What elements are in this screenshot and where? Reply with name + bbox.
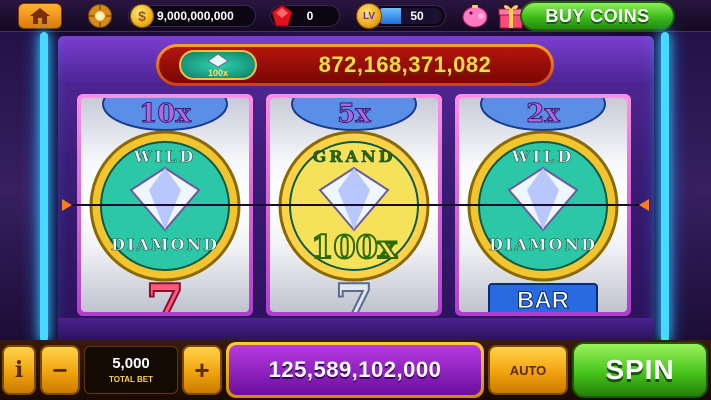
win-display: 125,589,102,000 <box>226 342 484 398</box>
top-multiplier: 5x <box>337 99 371 129</box>
total-bet-value: 5,000 <box>112 355 150 372</box>
gear-icon <box>89 5 111 27</box>
bottom-symbol: 7 <box>335 272 374 312</box>
level-value: 50 <box>410 9 424 23</box>
spin-button[interactable]: SPIN <box>572 342 708 398</box>
jackpot-banner: 100x 872,168,371,082 <box>156 44 554 86</box>
center-bottom-label: DIAMOND <box>111 235 219 254</box>
payline-arrow-right-icon <box>639 199 649 211</box>
jackpot-badge-text: 100x <box>208 68 228 78</box>
win-amount: 125,589,102,000 <box>229 345 481 395</box>
auto-spin-button[interactable]: AUTO <box>488 345 568 395</box>
total-bet-label: TOTAL BET <box>109 375 153 384</box>
level-badge-icon: LV <box>356 3 382 29</box>
total-bet-display: 5,000 TOTAL BET <box>84 346 178 394</box>
buy-coins-button[interactable]: BUY COINS <box>520 1 675 31</box>
cabinet-bottom <box>58 318 654 342</box>
jackpot-inner: 100x 872,168,371,082 <box>159 47 551 83</box>
top-multiplier: 2x <box>526 99 560 129</box>
home-button[interactable] <box>18 3 62 29</box>
piggy-bank-icon[interactable] <box>460 2 490 30</box>
ruby-gem-icon <box>271 4 293 27</box>
neon-light-right <box>661 32 669 342</box>
payline <box>62 204 648 206</box>
payline-arrow-left-icon <box>62 199 72 211</box>
center-top-label: WILD <box>511 147 575 166</box>
center-bottom-label: 100x <box>311 228 398 266</box>
coin-icon: $ <box>130 4 154 28</box>
top-multiplier: 10x <box>139 99 191 129</box>
settings-gear-button[interactable] <box>88 4 112 28</box>
bottom-symbol: 7 <box>146 272 185 312</box>
gems-balance-value: 0 <box>306 9 314 23</box>
jackpot-diamond-badge: 100x <box>179 50 257 80</box>
jackpot-value: 872,168,371,082 <box>318 52 492 77</box>
neon-light-left <box>40 32 48 342</box>
increase-bet-button[interactable]: + <box>182 345 222 395</box>
diamond-icon <box>207 53 229 68</box>
coins-balance-value: 9,000,000,000 <box>157 9 234 23</box>
background-left-panel <box>0 30 40 350</box>
background-right-panel <box>671 30 711 350</box>
info-button[interactable]: i <box>2 345 36 395</box>
home-icon <box>30 8 50 24</box>
center-top-label: WILD <box>133 147 197 166</box>
decrease-bet-button[interactable]: − <box>40 345 80 395</box>
center-bottom-label: DIAMOND <box>489 235 597 254</box>
bottom-symbol: BAR <box>517 287 569 312</box>
center-top-label: GRAND <box>313 147 396 166</box>
